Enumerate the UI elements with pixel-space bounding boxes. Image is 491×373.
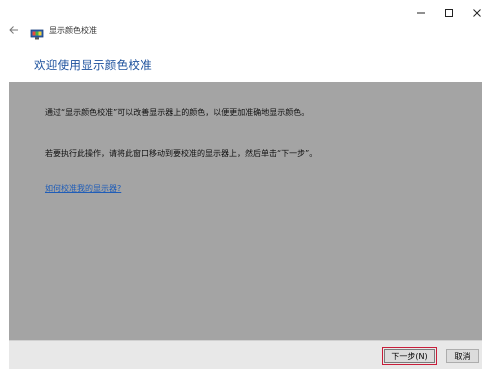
minimize-button[interactable] <box>407 0 435 26</box>
minimize-icon <box>417 12 425 14</box>
display-color-icon <box>30 25 44 39</box>
maximize-icon <box>445 9 453 17</box>
content-panel: 通过“显示颜色校准”可以改善显示器上的颜色，以便更加准确地显示颜色。 若要执行此… <box>9 82 482 340</box>
close-button[interactable] <box>463 0 491 26</box>
intro-text: 通过“显示颜色校准”可以改善显示器上的颜色，以便更加准确地显示颜色。 <box>45 108 310 117</box>
close-icon <box>473 9 481 17</box>
maximize-button[interactable] <box>435 0 463 26</box>
left-arrow-icon <box>9 26 18 34</box>
page-heading: 欢迎使用显示颜色校准 <box>34 58 152 72</box>
window-title: 显示颜色校准 <box>49 25 97 35</box>
footer-bar: 下一步(N) 取消 <box>9 340 482 369</box>
window-controls <box>407 0 491 26</box>
cancel-button[interactable]: 取消 <box>446 349 479 363</box>
back-button[interactable] <box>6 22 22 38</box>
title-bar: 显示颜色校准 <box>6 22 97 39</box>
next-button[interactable]: 下一步(N) <box>382 347 437 365</box>
instruction-text: 若要执行此操作，请将此窗口移动到要校准的显示器上，然后单击“下一步”。 <box>45 149 318 158</box>
help-link[interactable]: 如何校准我的显示器? <box>45 183 121 194</box>
